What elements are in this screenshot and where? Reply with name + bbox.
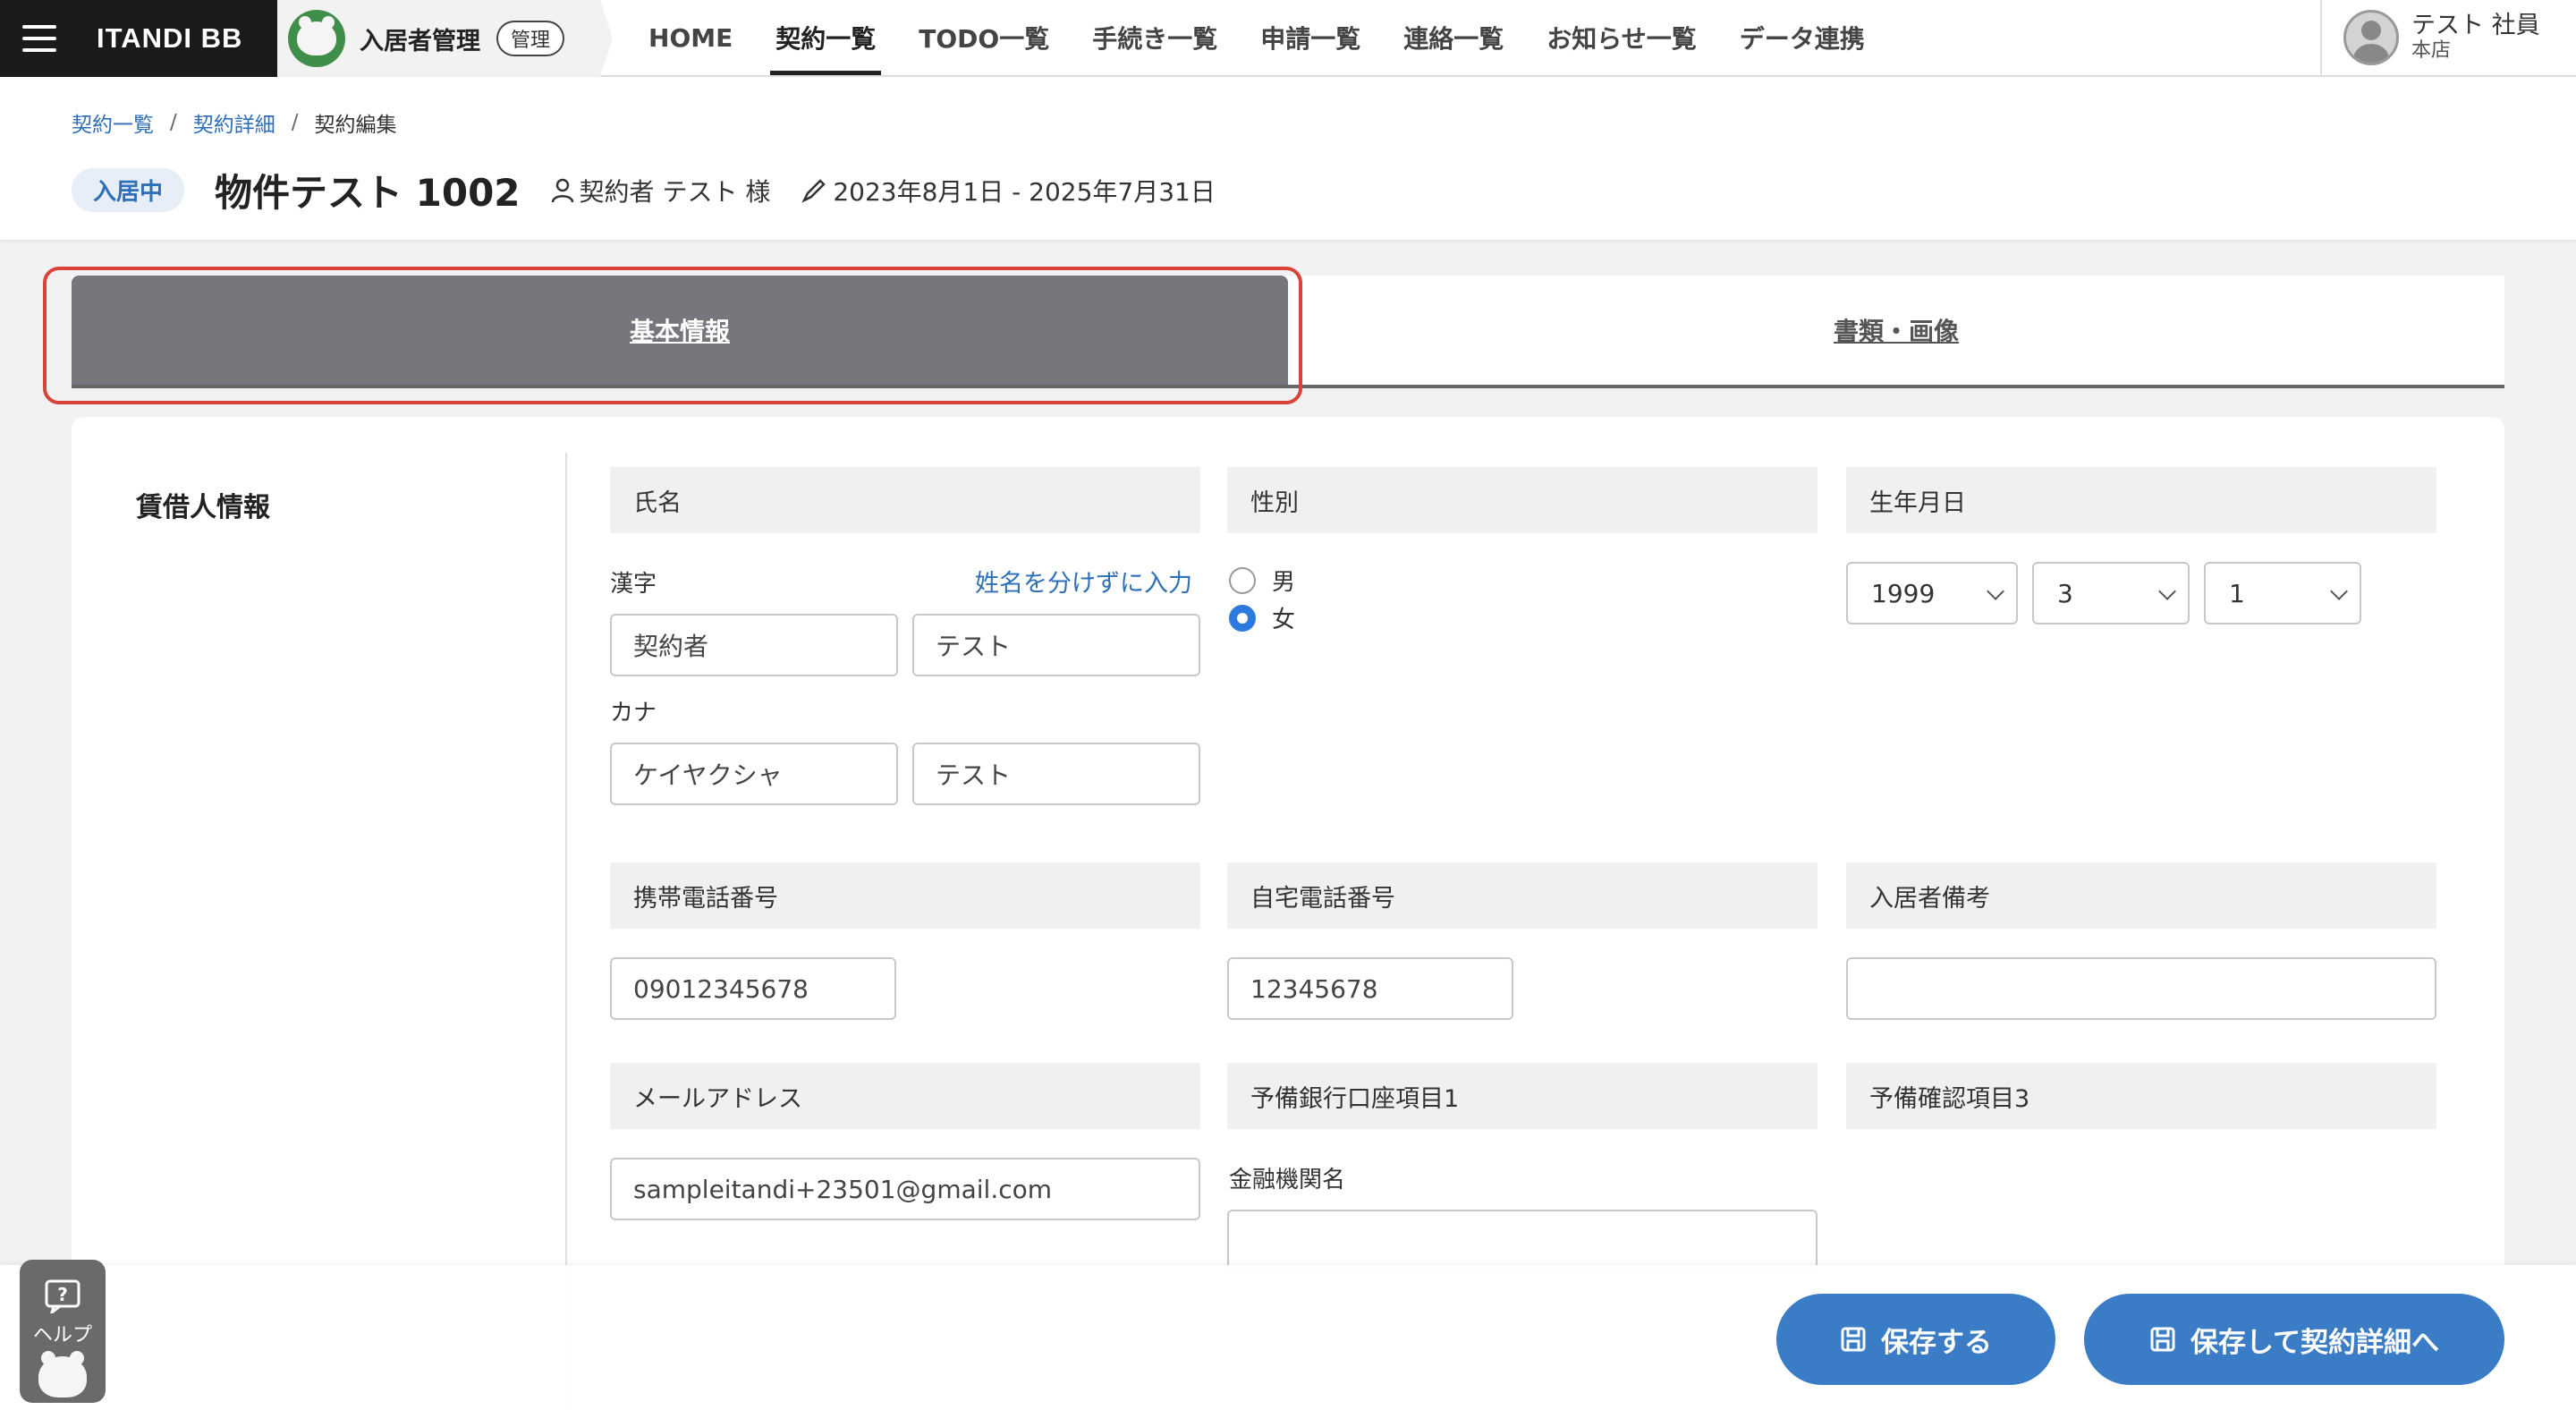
section-title: 賃借人情報 bbox=[136, 492, 270, 523]
kanji-label: 漢字 bbox=[610, 571, 657, 598]
user-name: テスト 社員 bbox=[2411, 11, 2540, 39]
birth-month-value: 3 bbox=[2057, 578, 2073, 608]
birthdate-field-header: 生年月日 bbox=[1846, 467, 2436, 533]
kana-label: カナ bbox=[610, 700, 657, 726]
radio-unchecked-icon bbox=[1229, 566, 1256, 594]
nav-link-todo[interactable]: TODO一覧 bbox=[897, 0, 1071, 75]
brand-logo: ITANDI BB bbox=[97, 22, 243, 54]
page-header: 契約一覧 / 契約詳細 / 契約編集 入居中 物件テスト 1002 契約者 テス… bbox=[0, 77, 2576, 240]
kana-last-name-input[interactable] bbox=[610, 743, 898, 805]
nav-link-procedures[interactable]: 手続き一覧 bbox=[1071, 0, 1239, 75]
nav-link-applications[interactable]: 申請一覧 bbox=[1239, 0, 1382, 75]
svg-text:?: ? bbox=[57, 1284, 68, 1305]
app-title: 入居者管理 bbox=[360, 27, 480, 55]
email-input[interactable] bbox=[610, 1158, 1200, 1220]
chevron-down-icon bbox=[2330, 582, 2348, 600]
app-switcher[interactable]: 入居者管理 管理 bbox=[277, 0, 614, 77]
nav-link-data-integration[interactable]: データ連携 bbox=[1718, 0, 1886, 75]
gender-radio-male[interactable]: 男 bbox=[1229, 564, 1295, 597]
kanji-first-name-input[interactable] bbox=[912, 614, 1200, 676]
chevron-down-icon bbox=[1987, 582, 2004, 600]
bottom-action-bar: 保存する 保存して契約詳細へ bbox=[0, 1265, 2576, 1410]
contractor-info: 契約者 テスト 様 bbox=[551, 173, 771, 208]
home-phone-header: 自宅電話番号 bbox=[1227, 862, 1818, 929]
status-badge: 入居中 bbox=[72, 168, 185, 212]
pen-icon bbox=[801, 178, 826, 203]
contract-period: 2023年8月1日 - 2025年7月31日 bbox=[801, 173, 1216, 208]
hamburger-menu-icon[interactable] bbox=[0, 0, 79, 77]
nav-link-contracts[interactable]: 契約一覧 bbox=[754, 0, 897, 75]
tab-basic-info[interactable]: 基本情報 bbox=[72, 276, 1288, 385]
radio-checked-icon bbox=[1229, 604, 1256, 632]
birth-year-select[interactable]: 1999 bbox=[1846, 562, 2018, 624]
help-question-icon: ? bbox=[45, 1279, 80, 1313]
help-widget[interactable]: ? ヘルプ bbox=[20, 1260, 106, 1403]
mobile-phone-header: 携帯電話番号 bbox=[610, 862, 1200, 929]
kana-first-name-input[interactable] bbox=[912, 743, 1200, 805]
tab-bar: 基本情報 書類・画像 bbox=[72, 276, 2504, 388]
nav-link-home[interactable]: HOME bbox=[627, 0, 754, 75]
user-branch: 本店 bbox=[2411, 38, 2452, 62]
birth-day-select[interactable]: 1 bbox=[2204, 562, 2361, 624]
contractor-text: 契約者 テスト 様 bbox=[579, 176, 771, 207]
save-icon bbox=[2150, 1327, 2175, 1352]
breadcrumb-separator: / bbox=[291, 111, 299, 134]
avatar bbox=[2343, 10, 2399, 65]
page-title: 物件テスト 1002 bbox=[215, 171, 521, 215]
breadcrumb-contracts-link[interactable]: 契約一覧 bbox=[72, 107, 154, 138]
kanji-last-name-input[interactable] bbox=[610, 614, 898, 676]
help-label: ヘルプ bbox=[32, 1324, 92, 1346]
tenant-notes-header: 入居者備考 bbox=[1846, 862, 2436, 929]
gender-female-label: 女 bbox=[1272, 607, 1296, 633]
tenant-notes-input[interactable] bbox=[1846, 957, 2436, 1020]
financial-institution-label: 金融機関名 bbox=[1229, 1167, 1346, 1193]
spare-confirm-3-header: 予備確認項目3 bbox=[1846, 1063, 2436, 1129]
split-name-link[interactable]: 姓名を分けずに入力 bbox=[975, 564, 1192, 599]
chevron-down-icon bbox=[2158, 582, 2176, 600]
nav-links: HOME 契約一覧 TODO一覧 手続き一覧 申請一覧 連絡一覧 お知らせ一覧 … bbox=[627, 0, 2320, 75]
tab-documents-images[interactable]: 書類・画像 bbox=[1288, 276, 2504, 385]
birth-day-value: 1 bbox=[2229, 578, 2245, 608]
spare-bank-account-header: 予備銀行口座項目1 bbox=[1227, 1063, 1818, 1129]
user-menu[interactable]: テスト 社員 本店 bbox=[2320, 0, 2576, 75]
tenant-info-card: 賃借人情報 氏名 漢字 姓名を分けずに入力 カナ 性別 男 女 生年月日 199… bbox=[72, 417, 2504, 1410]
contract-period-text: 2023年8月1日 - 2025年7月31日 bbox=[833, 176, 1216, 207]
gender-field-header: 性別 bbox=[1227, 467, 1818, 533]
save-icon bbox=[1841, 1327, 1866, 1352]
title-row: 入居中 物件テスト 1002 契約者 テスト 様 2023年8月1日 - 202… bbox=[72, 163, 1246, 217]
breadcrumb-contract-detail-link[interactable]: 契約詳細 bbox=[193, 107, 275, 138]
nav-link-contacts[interactable]: 連絡一覧 bbox=[1382, 0, 1525, 75]
breadcrumb-current: 契約編集 bbox=[314, 114, 397, 137]
home-phone-input[interactable] bbox=[1227, 957, 1513, 1020]
save-button[interactable]: 保存する bbox=[1776, 1294, 2055, 1385]
breadcrumb-separator: / bbox=[170, 111, 177, 134]
birth-month-select[interactable]: 3 bbox=[2032, 562, 2190, 624]
app-bear-icon bbox=[288, 10, 345, 67]
bear-mascot-icon bbox=[38, 1351, 87, 1397]
top-navigation: ITANDI BB 入居者管理 管理 HOME 契約一覧 TODO一覧 手続き一… bbox=[0, 0, 2576, 77]
email-header: メールアドレス bbox=[610, 1063, 1200, 1129]
save-and-detail-button[interactable]: 保存して契約詳細へ bbox=[2084, 1294, 2504, 1385]
save-button-label: 保存する bbox=[1881, 1326, 1992, 1358]
gender-radio-female[interactable]: 女 bbox=[1229, 601, 1295, 634]
person-icon bbox=[551, 178, 573, 202]
save-and-detail-button-label: 保存して契約詳細へ bbox=[2190, 1326, 2440, 1358]
nav-link-notices[interactable]: お知らせ一覧 bbox=[1525, 0, 1717, 75]
brand-area: ITANDI BB bbox=[0, 0, 277, 77]
birth-year-value: 1999 bbox=[1871, 578, 1936, 608]
app-role-badge: 管理 bbox=[496, 21, 565, 56]
mobile-phone-input[interactable] bbox=[610, 957, 896, 1020]
financial-institution-input[interactable] bbox=[1227, 1210, 1818, 1272]
name-field-header: 氏名 bbox=[610, 467, 1200, 533]
breadcrumb: 契約一覧 / 契約詳細 / 契約編集 bbox=[72, 107, 397, 138]
gender-male-label: 男 bbox=[1272, 569, 1296, 596]
